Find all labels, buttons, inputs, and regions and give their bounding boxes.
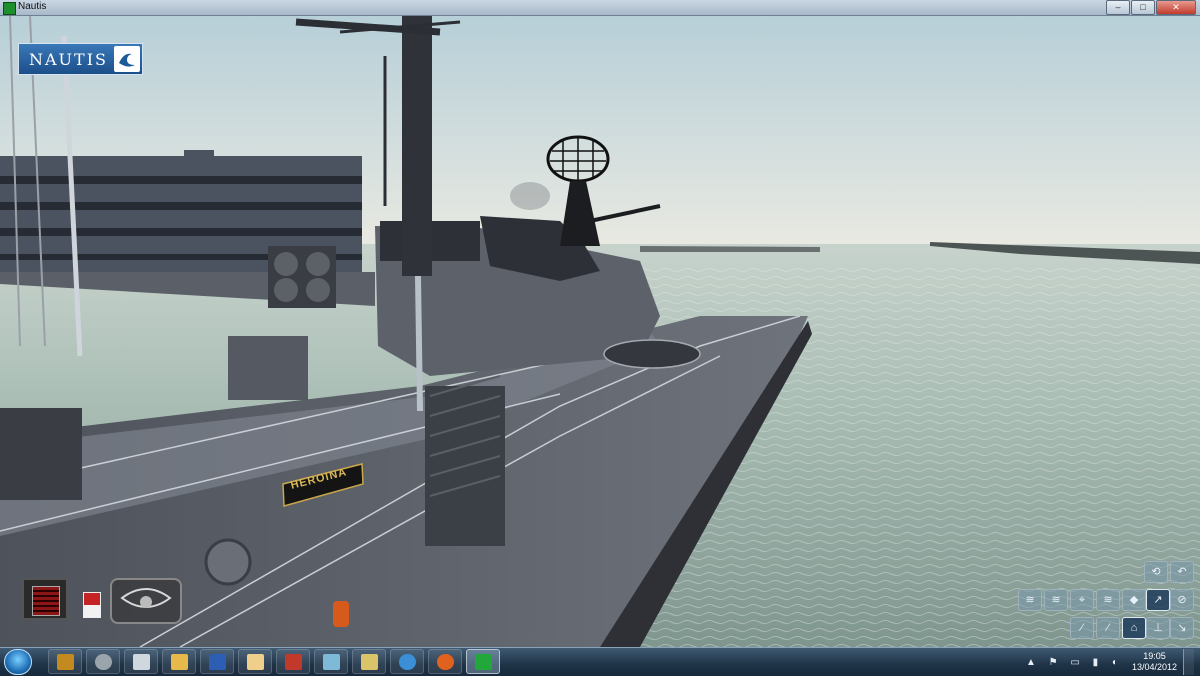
nautis-play-app-icon <box>475 654 492 670</box>
close-button[interactable]: ✕ <box>1156 0 1196 15</box>
chat-app-icon <box>361 654 378 670</box>
show-desktop-button[interactable] <box>1183 649 1194 675</box>
taskbar-folder-app[interactable] <box>162 649 196 674</box>
taskbar-presentation-app[interactable] <box>276 649 310 674</box>
wave-logo-icon <box>114 46 140 72</box>
taskbar-chat-app[interactable] <box>352 649 386 674</box>
logo-text: NAUTIS <box>29 49 108 69</box>
tray-icons[interactable]: ▲ ⚑ ▭ ▮ ◖ <box>1026 657 1122 668</box>
tool-view-9-icon[interactable]: ⁄ <box>1096 617 1120 639</box>
taskbar-pinned-apps <box>48 649 504 675</box>
tool-view-1-icon[interactable]: ≋ <box>1018 589 1042 611</box>
app-icon <box>3 2 16 15</box>
firefox-app-icon <box>437 654 454 670</box>
status-flag-icon <box>83 592 101 618</box>
camera-tool-palette: ⟲ ↶ ≋ ≋ ⌖ ≋ ◆ ↗ ⊘ ⁄ ⁄ ⌂ ⊥ ↘ <box>1018 561 1194 645</box>
taskbar-hand-app[interactable] <box>238 649 272 674</box>
tool-view-5-icon[interactable]: ◆ <box>1122 589 1146 611</box>
clock[interactable]: 19:05 13/04/2012 <box>1132 651 1177 673</box>
breakwater-left <box>640 246 820 252</box>
engine-telegraph-icon[interactable] <box>22 578 68 620</box>
gear-app-icon <box>95 654 112 670</box>
clock-time: 19:05 <box>1143 651 1166 661</box>
taskbar-messenger-app[interactable] <box>390 649 424 674</box>
tool-view-7-icon[interactable]: ⊘ <box>1170 589 1194 611</box>
calculator-app-icon <box>133 654 150 670</box>
window-controls: – □ ✕ <box>1105 0 1196 15</box>
clock-date: 13/04/2012 <box>1131 662 1177 672</box>
nautis-logo: NAUTIS <box>18 43 143 75</box>
tool-view-6-icon[interactable]: ↗ <box>1146 589 1170 611</box>
taskbar-gear-app[interactable] <box>86 649 120 674</box>
helm-wheel-icon[interactable] <box>110 578 182 624</box>
shield-app-icon <box>57 654 74 670</box>
presentation-app-icon <box>285 654 302 670</box>
tool-camera-rotate-icon[interactable]: ⟲ <box>1144 561 1168 583</box>
funnel-smoke <box>510 182 550 210</box>
tool-view-2-icon[interactable]: ≋ <box>1044 589 1068 611</box>
taskbar-calculator-app[interactable] <box>124 649 158 674</box>
taskbar: ▲ ⚑ ▭ ▮ ◖ 19:05 13/04/2012 <box>0 647 1200 676</box>
note-app-icon <box>323 654 340 670</box>
messenger-app-icon <box>399 654 416 670</box>
tool-undo-arrow-icon[interactable]: ↶ <box>1170 561 1194 583</box>
taskbar-nautis-app[interactable] <box>466 649 500 674</box>
maximize-button[interactable]: □ <box>1131 0 1155 15</box>
word-app-icon <box>209 654 226 670</box>
tool-camera-tripod-icon[interactable]: ⌂ <box>1122 617 1146 639</box>
taskbar-note-app[interactable] <box>314 649 348 674</box>
harbor-scene <box>0 16 1200 647</box>
folder-app-icon <box>171 654 188 670</box>
window-title: Nautis <box>18 1 47 12</box>
tool-view-4-icon[interactable]: ≋ <box>1096 589 1120 611</box>
tool-view-8-icon[interactable]: ⁄ <box>1070 617 1094 639</box>
start-button[interactable] <box>4 649 32 675</box>
tool-view-10-icon[interactable]: ⊥ <box>1146 617 1170 639</box>
minimize-button[interactable]: – <box>1106 0 1130 15</box>
simulation-viewport[interactable]: HEROINA NAUTIS ⟲ ↶ ≋ ≋ ⌖ ≋ ◆ ↗ ⊘ ⁄ ⁄ ⌂ ⊥… <box>0 16 1200 647</box>
taskbar-word-app[interactable] <box>200 649 234 674</box>
window-title-bar[interactable]: Nautis – □ ✕ <box>0 0 1200 16</box>
taskbar-shield-app[interactable] <box>48 649 82 674</box>
tool-view-11-icon[interactable]: ↘ <box>1170 617 1194 639</box>
taskbar-firefox-app[interactable] <box>428 649 462 674</box>
hand-app-icon <box>247 654 264 670</box>
tool-view-3-icon[interactable]: ⌖ <box>1070 589 1094 611</box>
system-tray: ▲ ⚑ ▭ ▮ ◖ 19:05 13/04/2012 <box>1026 649 1194 675</box>
